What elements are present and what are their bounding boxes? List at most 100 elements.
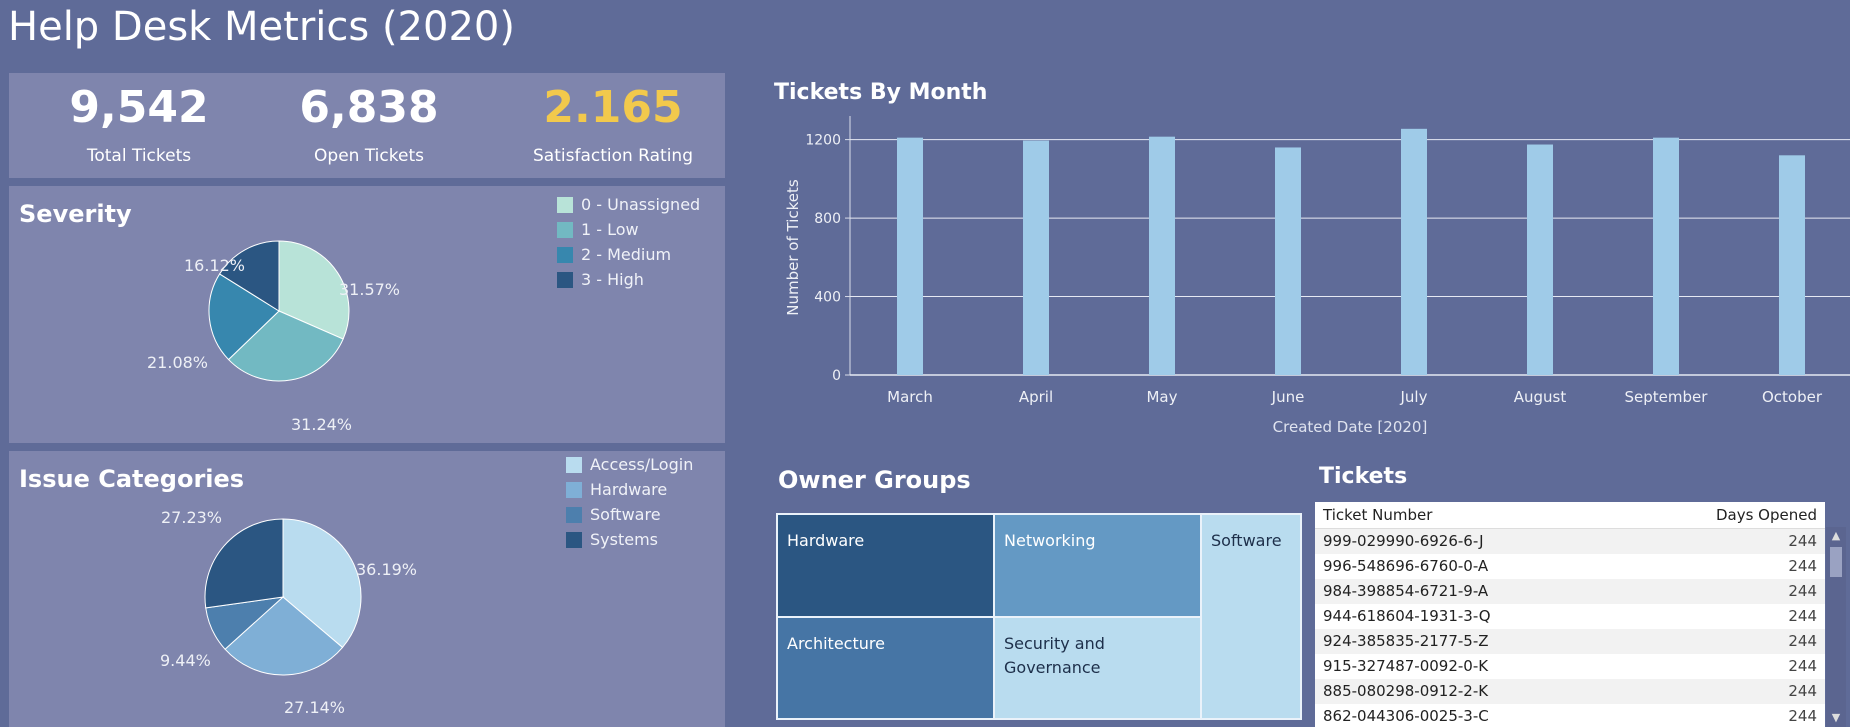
legend-label: Software xyxy=(590,505,661,524)
pie-label: 27.23% xyxy=(161,508,223,527)
issue-categories-legend: Access/Login Hardware Software Systems xyxy=(566,452,693,552)
legend-label: Hardware xyxy=(590,480,668,499)
x-tick-label: July xyxy=(1400,388,1428,406)
kpi-value: 9,542 xyxy=(69,82,209,133)
column-header-ticket-number[interactable]: Ticket Number xyxy=(1323,502,1432,528)
days-opened-cell: 244 xyxy=(1788,607,1817,625)
scroll-down-icon[interactable]: ▼ xyxy=(1829,711,1843,725)
kpi-label: Satisfaction Rating xyxy=(533,146,693,166)
tickets-by-month-chart: 0 400 800 1200 March April May June July August Se… xyxy=(784,116,1850,436)
ticket-number-cell: 924-385835-2177-5-Z xyxy=(1323,632,1489,650)
days-opened-cell: 244 xyxy=(1788,707,1817,725)
ticket-number-cell: 944-618604-1931-3-Q xyxy=(1323,607,1491,625)
bar-june[interactable] xyxy=(1275,147,1301,375)
issue-categories-panel: Issue Categories 27.23% 36.19% 9.44% 27.… xyxy=(9,451,725,727)
legend-swatch xyxy=(557,271,573,288)
bar-july[interactable] xyxy=(1401,128,1427,375)
table-row[interactable]: 999-029990-6926-6-J 244 xyxy=(1315,529,1825,554)
x-tick-label: June xyxy=(1271,388,1305,406)
legend-swatch xyxy=(566,506,582,523)
table-row[interactable]: 944-618604-1931-3-Q 244 xyxy=(1315,604,1825,629)
table-row[interactable]: 862-044306-0025-3-C 244 xyxy=(1315,704,1825,727)
y-tick-label: 1200 xyxy=(805,133,841,149)
scroll-thumb[interactable] xyxy=(1830,547,1842,577)
table-row[interactable]: 885-080298-0912-2-K 244 xyxy=(1315,679,1825,704)
bar-may[interactable] xyxy=(1149,136,1175,375)
table-header: Ticket Number Days Opened xyxy=(1315,502,1825,529)
bar-october[interactable] xyxy=(1779,155,1805,375)
pie-label: 9.44% xyxy=(160,651,211,670)
bar-september[interactable] xyxy=(1653,137,1679,375)
x-tick-label: March xyxy=(887,388,933,406)
pie-label: 36.19% xyxy=(356,560,418,579)
legend-item[interactable]: Software xyxy=(566,502,693,527)
table-row[interactable]: 996-548696-6760-0-A 244 xyxy=(1315,554,1825,579)
kpi-value: 2.165 xyxy=(543,82,683,133)
days-opened-cell: 244 xyxy=(1788,582,1817,600)
kpi-total-tickets: 9,542 Total Tickets xyxy=(19,73,259,166)
column-header-days-opened[interactable]: Days Opened xyxy=(1716,502,1817,528)
legend-item[interactable]: 1 - Low xyxy=(557,217,700,242)
ticket-number-cell: 862-044306-0025-3-C xyxy=(1323,707,1489,725)
treemap-tile-security-and-governance[interactable]: Security and Governance xyxy=(994,617,1201,719)
pie-slice[interactable] xyxy=(204,518,284,609)
legend-swatch xyxy=(557,221,573,238)
kpi-satisfaction-rating: 2.165 Satisfaction Rating xyxy=(493,73,733,166)
legend-label: 0 - Unassigned xyxy=(581,195,701,214)
table-row[interactable]: 984-398854-6721-9-A 244 xyxy=(1315,579,1825,604)
x-tick-label: October xyxy=(1762,388,1823,406)
legend-item[interactable]: Access/Login xyxy=(566,452,693,477)
severity-legend: 0 - Unassigned 1 - Low 2 - Medium 3 - Hi… xyxy=(557,192,700,292)
bar-august[interactable] xyxy=(1527,144,1553,375)
pie-label: 31.24% xyxy=(291,415,353,434)
pie-label: 31.57% xyxy=(339,280,401,299)
legend-swatch xyxy=(566,531,582,548)
kpi-label: Open Tickets xyxy=(314,146,424,166)
pie-label: 16.12% xyxy=(184,256,246,275)
kpi-panel: 9,542 Total Tickets 6,838 Open Tickets 2… xyxy=(9,73,725,178)
owner-groups-treemap: Hardware Networking Software Architectur… xyxy=(776,513,1302,720)
treemap-tile-architecture[interactable]: Architecture xyxy=(777,617,994,719)
days-opened-cell: 244 xyxy=(1788,557,1817,575)
x-axis-label: Created Date [2020] xyxy=(1273,418,1428,436)
legend-item[interactable]: 2 - Medium xyxy=(557,242,700,267)
table-scrollbar[interactable]: ▲ ▼ xyxy=(1826,527,1846,727)
kpi-value: 6,838 xyxy=(299,82,439,133)
treemap-tile-software[interactable]: Software xyxy=(1201,514,1301,719)
y-tick-label: 800 xyxy=(814,211,841,227)
x-tick-label: May xyxy=(1146,388,1177,406)
legend-label: Access/Login xyxy=(590,455,694,474)
x-tick-label: September xyxy=(1625,388,1709,406)
x-tick-label: August xyxy=(1514,388,1567,406)
days-opened-cell: 244 xyxy=(1788,632,1817,650)
legend-label: Systems xyxy=(590,530,658,549)
legend-item[interactable]: Systems xyxy=(566,527,693,552)
severity-panel: Severity 16.12% 31.57% 21.08% 31.24% 0 -… xyxy=(9,186,725,443)
bar-april[interactable] xyxy=(1023,140,1049,375)
y-tick-label: 0 xyxy=(832,368,841,384)
legend-swatch xyxy=(557,246,573,263)
treemap-tile-networking[interactable]: Networking xyxy=(994,514,1201,617)
ticket-number-cell: 984-398854-6721-9-A xyxy=(1323,582,1489,600)
bar-chart-title: Tickets By Month xyxy=(774,80,988,105)
table-row[interactable]: 924-385835-2177-5-Z 244 xyxy=(1315,629,1825,654)
legend-item[interactable]: 3 - High xyxy=(557,267,700,292)
legend-label: 1 - Low xyxy=(581,220,639,239)
pie-label: 21.08% xyxy=(147,353,209,372)
days-opened-cell: 244 xyxy=(1788,657,1817,675)
owner-groups-title: Owner Groups xyxy=(778,466,971,494)
table-body: 999-029990-6926-6-J 244 996-548696-6760-0… xyxy=(1315,529,1825,727)
table-row[interactable]: 915-327487-0092-0-K 244 xyxy=(1315,654,1825,679)
x-tick-label: April xyxy=(1019,388,1053,406)
legend-swatch xyxy=(566,456,582,473)
scroll-up-icon[interactable]: ▲ xyxy=(1829,529,1843,543)
legend-item[interactable]: Hardware xyxy=(566,477,693,502)
dashboard-title: Help Desk Metrics (2020) xyxy=(8,4,515,50)
y-tick-label: 400 xyxy=(814,290,841,306)
treemap-tile-hardware[interactable]: Hardware xyxy=(777,514,994,617)
pie-label: 27.14% xyxy=(284,698,346,717)
bar-march[interactable] xyxy=(897,137,923,375)
ticket-number-cell: 999-029990-6926-6-J xyxy=(1323,532,1484,550)
legend-item[interactable]: 0 - Unassigned xyxy=(557,192,700,217)
days-opened-cell: 244 xyxy=(1788,682,1817,700)
